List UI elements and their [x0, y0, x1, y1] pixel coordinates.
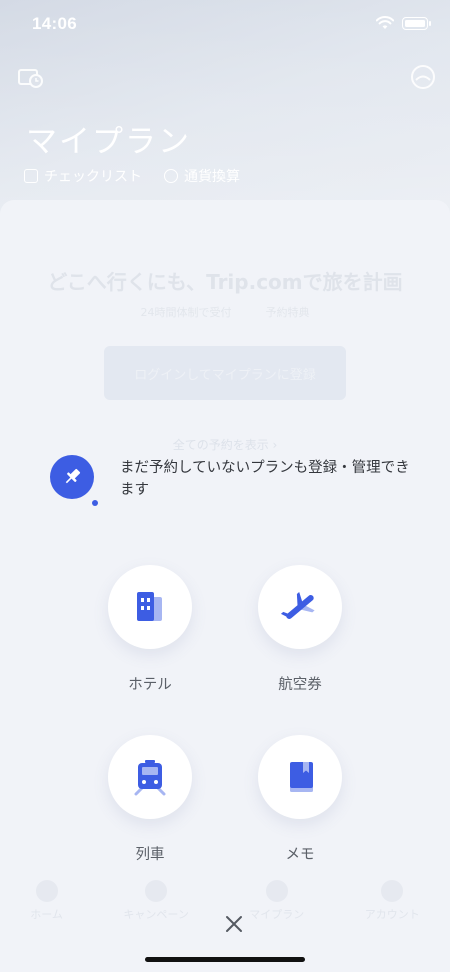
memo-option-circle[interactable]	[258, 735, 342, 819]
hotel-label: ホテル	[128, 677, 172, 693]
pin-icon	[65, 468, 81, 484]
notebook-icon	[290, 762, 313, 792]
train-label: 列車	[135, 847, 165, 863]
hotel-icon	[137, 592, 162, 621]
add-plan-overlay: まだ予約していないプランも登録・管理できます ホテル 航空券 列車 メモ	[0, 0, 450, 972]
home-indicator	[145, 957, 305, 962]
flight-option[interactable]: 航空券	[230, 565, 370, 694]
close-icon	[226, 916, 242, 932]
train-option-circle[interactable]	[108, 735, 192, 819]
train-icon	[134, 760, 166, 796]
hotel-option-circle[interactable]	[108, 565, 192, 649]
train-option[interactable]: 列車	[80, 735, 220, 864]
overlay-message: まだ予約していないプランも登録・管理できます	[120, 460, 410, 498]
hotel-option[interactable]: ホテル	[80, 565, 220, 694]
memo-option[interactable]: メモ	[230, 735, 370, 864]
close-button[interactable]	[216, 906, 252, 942]
flight-option-circle[interactable]	[258, 565, 342, 649]
memo-label: メモ	[285, 847, 315, 863]
pin-badge-dot	[92, 500, 98, 506]
pin-badge	[50, 455, 98, 506]
flight-label: 航空券	[278, 677, 322, 693]
airplane-icon	[280, 592, 315, 619]
